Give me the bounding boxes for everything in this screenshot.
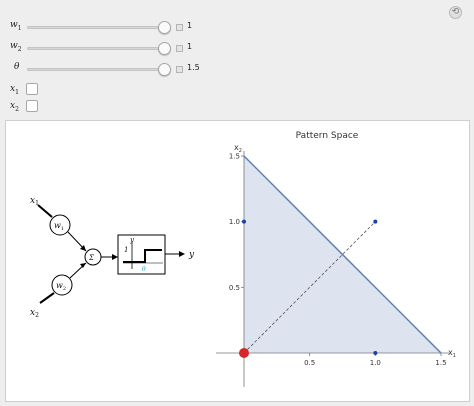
slider-label: w1	[10, 20, 22, 32]
output-y-label: y	[188, 250, 195, 260]
data-point	[242, 219, 246, 224]
input-x2-label: x2	[30, 308, 39, 319]
sum-symbol: Σ	[88, 254, 94, 262]
x1-checkbox[interactable]	[26, 83, 38, 95]
y-tick-label: 0.5	[229, 284, 240, 292]
x-tick-label: 1.5	[435, 359, 446, 367]
slider-thumb[interactable]	[157, 21, 171, 34]
slider-thumb[interactable]	[157, 42, 171, 55]
checkbox-label: x2	[10, 101, 19, 113]
reset-icon: ⟲	[451, 7, 460, 17]
slider-value: 1	[187, 21, 193, 30]
x-tick-label: 1.0	[370, 359, 381, 367]
checkbox-row-x2: x2	[0, 99, 474, 117]
input-x2-line	[39, 292, 55, 304]
step-one-label: 1	[124, 246, 128, 254]
slider-track[interactable]	[27, 26, 167, 29]
perceptron-diagram: x1 w1 x2 w2 Σ y 1 θ y	[30, 196, 195, 319]
arrowhead-icon	[179, 251, 185, 257]
chart-title: Pattern Space	[296, 131, 359, 141]
x-axis-label: x1	[448, 348, 456, 359]
threshold-label: θ	[142, 266, 146, 273]
checkbox-label: x1	[10, 84, 19, 96]
x2-checkbox[interactable]	[26, 100, 38, 112]
slider-label: w2	[10, 41, 22, 53]
slider-value: 1.5	[187, 63, 200, 72]
input-x1-label: x1	[30, 196, 39, 207]
expand-controls-icon[interactable]	[176, 45, 183, 52]
checkbox-row-x1: x1	[0, 82, 474, 100]
slider-row-w2: w2 1	[0, 39, 474, 57]
expand-controls-icon[interactable]	[176, 66, 183, 73]
pattern-space-chart: Pattern Space 0.5 1.0 1.50.51.01.5 x1 x2	[216, 131, 456, 387]
slider-label: θ	[14, 62, 20, 72]
output-canvas: x1 w1 x2 w2 Σ y 1 θ y Pattern Space 0.5 …	[30, 131, 456, 387]
x-tick-label: 0.5	[304, 359, 315, 367]
slider-track[interactable]	[27, 47, 167, 50]
output-panel: x1 w1 x2 w2 Σ y 1 θ y Pattern Space 0.5 …	[5, 120, 470, 402]
expand-controls-icon[interactable]	[176, 24, 183, 31]
data-point	[373, 351, 378, 355]
slider-value: 1	[187, 42, 193, 51]
input-x1-line	[37, 204, 53, 218]
data-point	[373, 219, 378, 224]
arrowhead-icon	[112, 254, 118, 260]
slider-track[interactable]	[27, 68, 167, 71]
data-point	[239, 348, 249, 358]
slider-row-w1: w1 1	[0, 18, 474, 36]
slider-thumb[interactable]	[157, 63, 171, 76]
y-tick-label: 1.0	[229, 218, 240, 226]
slider-row-theta: θ 1.5	[0, 60, 474, 78]
